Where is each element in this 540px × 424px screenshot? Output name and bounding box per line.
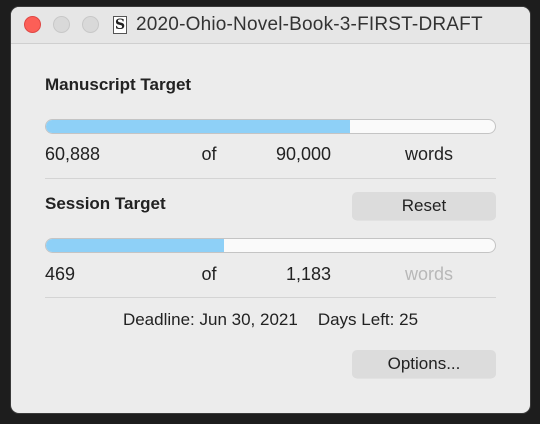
reset-button[interactable]: Reset <box>352 192 496 220</box>
manuscript-of-label: of <box>201 144 217 164</box>
section-divider <box>45 178 496 179</box>
options-button[interactable]: Options... <box>352 350 496 378</box>
title-bar[interactable]: S 2020-Ohio-Novel-Book-3-FIRST-DRAFT <box>11 7 530 44</box>
window-title: 2020-Ohio-Novel-Book-3-FIRST-DRAFT <box>136 14 483 35</box>
session-target-heading: Session Target <box>45 194 166 213</box>
close-window-button[interactable] <box>24 16 41 33</box>
session-of-label: of <box>201 264 217 284</box>
zoom-window-button[interactable] <box>82 16 99 33</box>
session-progress-bar <box>45 238 496 253</box>
session-target-count[interactable]: 1,183 <box>286 264 331 285</box>
session-current-count: 469 <box>45 264 76 284</box>
days-left-value: 25 <box>399 310 419 329</box>
manuscript-progress-fill <box>46 120 350 133</box>
deadline-label: Deadline: <box>122 310 195 329</box>
manuscript-current-count: 60,888 <box>45 144 101 164</box>
scrivener-document-icon: S <box>113 16 127 34</box>
manuscript-target-count[interactable]: 90,000 <box>276 144 331 165</box>
minimize-window-button[interactable] <box>53 16 70 33</box>
section-divider-2 <box>45 297 496 298</box>
days-left-label: Days Left: <box>317 310 395 329</box>
manuscript-target-heading: Manuscript Target <box>45 75 192 94</box>
session-unit-label: words <box>405 264 454 284</box>
project-targets-window: S 2020-Ohio-Novel-Book-3-FIRST-DRAFT Man… <box>11 7 530 413</box>
manuscript-unit-label: words <box>405 144 454 164</box>
manuscript-progress-bar <box>45 119 496 134</box>
session-progress-fill <box>46 239 225 252</box>
deadline-date: Jun 30, 2021 <box>199 310 298 329</box>
deadline-row: Deadline: Jun 30, 2021 Days Left: 25 <box>11 310 530 330</box>
